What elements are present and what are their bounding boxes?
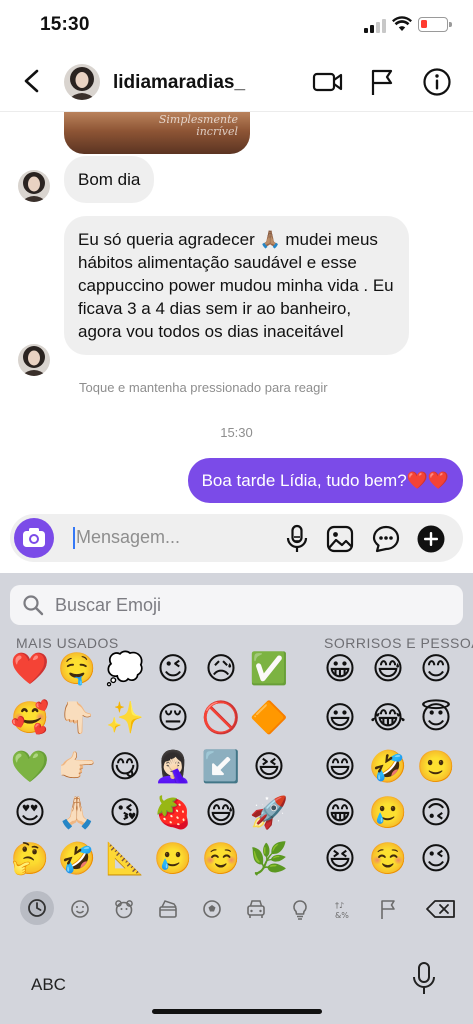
emoji-key[interactable]: 📐 bbox=[103, 837, 147, 881]
search-icon bbox=[23, 595, 44, 616]
emoji-key[interactable]: 💚 bbox=[8, 745, 52, 789]
emoji-key[interactable]: 👉🏻 bbox=[55, 745, 99, 789]
home-indicator bbox=[152, 1009, 322, 1014]
shared-media-thumbnail[interactable]: Simplesmente incrível bbox=[64, 112, 250, 154]
svg-text:†♪: †♪ bbox=[335, 901, 344, 910]
emoji-key[interactable]: 😊 bbox=[414, 647, 458, 691]
emoji-key[interactable]: 😆 bbox=[247, 745, 291, 789]
emoji-key[interactable]: 😄 bbox=[318, 745, 362, 789]
message-timestamp: 15:30 bbox=[220, 425, 253, 440]
svg-text:&%: &% bbox=[335, 911, 349, 920]
emoji-key[interactable]: 🤦🏻‍♀️ bbox=[151, 745, 195, 789]
emoji-key[interactable]: 😍 bbox=[8, 791, 52, 835]
dictation-microphone-icon[interactable] bbox=[410, 961, 438, 997]
watermark-line2: incrível bbox=[196, 125, 238, 138]
contact-username[interactable]: lidiamaradias_ bbox=[113, 72, 245, 94]
clock-icon bbox=[28, 899, 46, 917]
battery-icon bbox=[418, 17, 452, 32]
emoji-key[interactable]: ✨ bbox=[103, 696, 147, 740]
message-composer: Mensagem... bbox=[10, 514, 463, 562]
status-time: 15:30 bbox=[40, 14, 90, 35]
wifi-icon bbox=[392, 16, 412, 31]
incoming-message[interactable]: Bom dia bbox=[64, 156, 155, 203]
emoji-key[interactable]: 🤣 bbox=[366, 745, 410, 789]
microphone-icon[interactable] bbox=[282, 524, 312, 554]
emoji-category-tabs: †♪ &% bbox=[0, 891, 473, 927]
message-thread: Simplesmente incrível Bom dia Eu só quer… bbox=[0, 112, 473, 512]
soccer-ball-icon[interactable] bbox=[196, 891, 228, 927]
emoji-key[interactable]: 😃 bbox=[318, 696, 362, 740]
status-bar: 15:30 bbox=[0, 0, 473, 50]
emoji-key[interactable]: 😂 bbox=[366, 696, 410, 740]
message-input[interactable]: Mensagem... bbox=[76, 527, 180, 548]
emoji-key[interactable]: 🤣 bbox=[55, 837, 99, 881]
emoji-key[interactable]: 😘 bbox=[103, 791, 147, 835]
info-icon[interactable] bbox=[421, 66, 453, 98]
emoji-key[interactable]: ✅ bbox=[247, 647, 291, 691]
car-icon[interactable] bbox=[240, 891, 272, 927]
animal-icon[interactable] bbox=[108, 891, 140, 927]
emoji-keyboard: Buscar Emoji MAIS USADOS SORRISOS E PESS… bbox=[0, 573, 473, 1024]
emoji-key[interactable]: 😅 bbox=[366, 647, 410, 691]
food-icon[interactable] bbox=[152, 891, 184, 927]
flag-icon[interactable] bbox=[372, 891, 404, 927]
emoji-key[interactable]: 🤤 bbox=[55, 647, 99, 691]
emoji-key[interactable]: ↙️ bbox=[199, 745, 243, 789]
abc-keyboard-button[interactable]: ABC bbox=[31, 975, 66, 995]
emoji-key[interactable]: 🙃 bbox=[414, 791, 458, 835]
emoji-key[interactable]: 😋 bbox=[103, 745, 147, 789]
smiley-icon[interactable] bbox=[64, 891, 96, 927]
avatar[interactable] bbox=[64, 64, 100, 100]
emoji-key[interactable]: 🥲 bbox=[366, 791, 410, 835]
emoji-key[interactable]: 😁 bbox=[318, 791, 362, 835]
emoji-search-field[interactable]: Buscar Emoji bbox=[10, 585, 463, 625]
back-arrow-icon[interactable] bbox=[18, 66, 46, 96]
emoji-key[interactable]: 😥 bbox=[199, 647, 243, 691]
signal-icon bbox=[364, 19, 386, 33]
sticker-chat-icon[interactable] bbox=[371, 524, 401, 554]
camera-icon[interactable] bbox=[14, 518, 54, 558]
emoji-key[interactable]: 🤔 bbox=[8, 837, 52, 881]
reaction-hint: Toque e mantenha pressionado para reagir bbox=[79, 380, 328, 395]
emoji-key[interactable]: 🚀 bbox=[247, 791, 291, 835]
emoji-key[interactable]: 😇 bbox=[414, 696, 458, 740]
emoji-key[interactable]: 😉 bbox=[414, 837, 458, 881]
emoji-key[interactable]: ❤️ bbox=[8, 647, 52, 691]
text-cursor bbox=[73, 527, 75, 549]
tab-recent[interactable] bbox=[20, 891, 54, 925]
emoji-key[interactable]: 😉 bbox=[151, 647, 195, 691]
emoji-key[interactable]: 😅 bbox=[199, 791, 243, 835]
gallery-icon[interactable] bbox=[325, 524, 355, 554]
emoji-key[interactable]: 🙂 bbox=[414, 745, 458, 789]
flag-icon[interactable] bbox=[366, 66, 398, 98]
symbols-icon[interactable]: †♪ &% bbox=[328, 891, 360, 927]
emoji-key[interactable]: ☺️ bbox=[366, 837, 410, 881]
emoji-key[interactable]: 😀 bbox=[318, 647, 362, 691]
emoji-key[interactable]: 👇🏻 bbox=[55, 696, 99, 740]
emoji-key[interactable]: 🚫 bbox=[199, 696, 243, 740]
emoji-search-placeholder: Buscar Emoji bbox=[55, 595, 162, 615]
emoji-key[interactable]: 🥰 bbox=[8, 696, 52, 740]
emoji-key[interactable]: 🔶 bbox=[247, 696, 291, 740]
emoji-key[interactable]: ☺️ bbox=[199, 837, 243, 881]
incoming-message[interactable]: Eu só queria agradecer 🙏🏽 mudei meus háb… bbox=[64, 216, 409, 355]
emoji-key[interactable]: 🍓 bbox=[151, 791, 195, 835]
emoji-key[interactable]: 💭 bbox=[103, 647, 147, 691]
avatar[interactable] bbox=[18, 344, 50, 376]
video-call-icon[interactable] bbox=[312, 66, 344, 98]
emoji-key[interactable]: 😆 bbox=[318, 837, 362, 881]
emoji-key[interactable]: 🌿 bbox=[247, 837, 291, 881]
plus-icon[interactable] bbox=[416, 524, 446, 554]
chat-header: lidiamaradias_ bbox=[0, 50, 473, 112]
emoji-key[interactable]: 🥲 bbox=[151, 837, 195, 881]
avatar[interactable] bbox=[18, 170, 50, 202]
emoji-key[interactable]: 🙏🏻 bbox=[55, 791, 99, 835]
emoji-key[interactable]: 😔 bbox=[151, 696, 195, 740]
backspace-icon[interactable] bbox=[424, 891, 458, 927]
outgoing-message[interactable]: Boa tarde Lídia, tudo bem?❤️❤️ bbox=[187, 458, 463, 503]
lightbulb-icon[interactable] bbox=[284, 891, 316, 927]
